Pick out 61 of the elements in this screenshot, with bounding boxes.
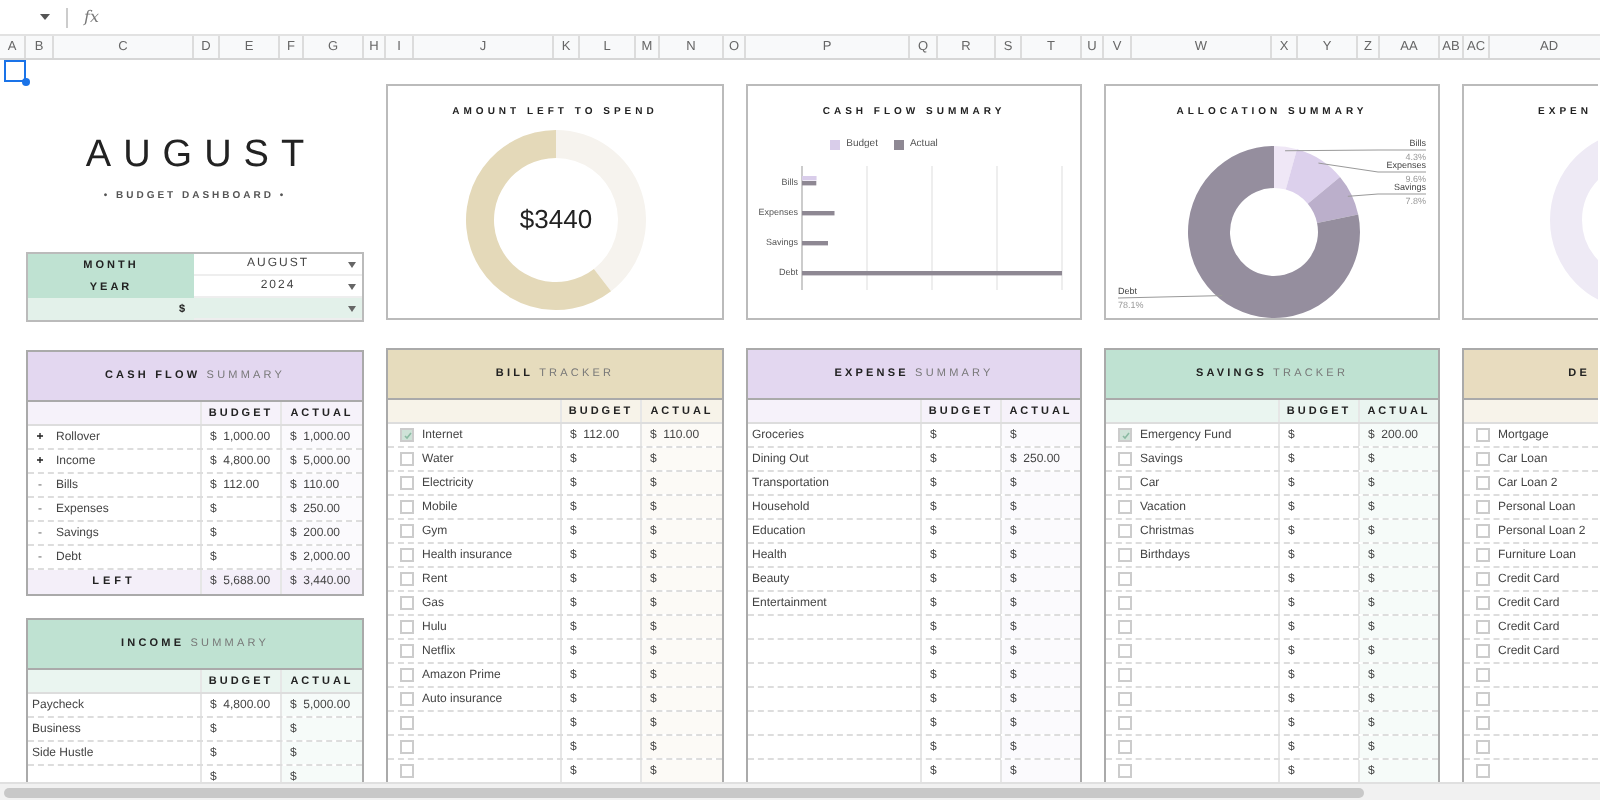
checkbox[interactable]: [1476, 524, 1490, 538]
checkbox[interactable]: [1118, 428, 1132, 442]
checkbox[interactable]: [400, 692, 414, 706]
checkbox[interactable]: [1118, 740, 1132, 754]
formula-label: fx: [84, 8, 99, 26]
checkbox[interactable]: [400, 452, 414, 466]
scrollbar-thumb[interactable]: [4, 787, 1364, 797]
checkbox[interactable]: [400, 740, 414, 754]
amount-value: $3440: [518, 204, 592, 234]
checkbox[interactable]: [1118, 548, 1132, 562]
checkbox[interactable]: [1476, 620, 1490, 634]
leader-line: [1347, 193, 1427, 197]
checkbox[interactable]: [1476, 596, 1490, 610]
checkbox[interactable]: [1118, 452, 1132, 466]
checkbox[interactable]: [1118, 476, 1132, 490]
checkbox[interactable]: [1476, 572, 1490, 586]
checkbox[interactable]: [1118, 572, 1132, 586]
checkbox[interactable]: [1476, 476, 1490, 490]
checkbox[interactable]: [1476, 716, 1490, 730]
checkbox[interactable]: [400, 764, 414, 778]
checkbox[interactable]: [1476, 548, 1490, 562]
checkbox[interactable]: [1118, 620, 1132, 634]
bar: [802, 211, 835, 216]
checkbox[interactable]: [1118, 692, 1132, 706]
leader-line: [1284, 149, 1427, 152]
checkbox[interactable]: [400, 476, 414, 490]
leader-line: [1317, 162, 1427, 173]
checkbox[interactable]: [1118, 500, 1132, 514]
checkbox[interactable]: [400, 500, 414, 514]
bar: [802, 241, 828, 246]
checkbox[interactable]: [1118, 596, 1132, 610]
checkbox[interactable]: [1118, 716, 1132, 730]
checkbox[interactable]: [400, 620, 414, 634]
checkbox[interactable]: [1476, 644, 1490, 658]
checkbox[interactable]: [400, 428, 414, 442]
checkbox[interactable]: [1118, 524, 1132, 538]
checkbox[interactable]: [1476, 428, 1490, 442]
checkbox[interactable]: [1476, 740, 1490, 754]
caret-icon: [348, 262, 356, 268]
month-title: AUGUST: [83, 134, 317, 178]
checkbox[interactable]: [400, 644, 414, 658]
checkbox[interactable]: [1476, 692, 1490, 706]
caret-icon: [348, 284, 356, 290]
checkbox[interactable]: [1476, 500, 1490, 514]
checkbox[interactable]: [400, 716, 414, 730]
caret-icon: [348, 306, 356, 312]
checkbox[interactable]: [1118, 668, 1132, 682]
fill-handle[interactable]: [22, 78, 30, 86]
checkbox[interactable]: [400, 572, 414, 586]
checkbox[interactable]: [1476, 668, 1490, 682]
checkbox[interactable]: [400, 548, 414, 562]
checkbox[interactable]: [400, 668, 414, 682]
checkbox[interactable]: [1118, 644, 1132, 658]
checkbox[interactable]: [1118, 764, 1132, 778]
caret-icon[interactable]: [40, 14, 50, 20]
column-header-row: [1464, 400, 1598, 424]
leader-line: [1117, 295, 1223, 299]
checkbox[interactable]: [400, 596, 414, 610]
checkbox[interactable]: [1476, 452, 1490, 466]
checkbox[interactable]: [400, 524, 414, 538]
checkbox[interactable]: [1476, 764, 1490, 778]
